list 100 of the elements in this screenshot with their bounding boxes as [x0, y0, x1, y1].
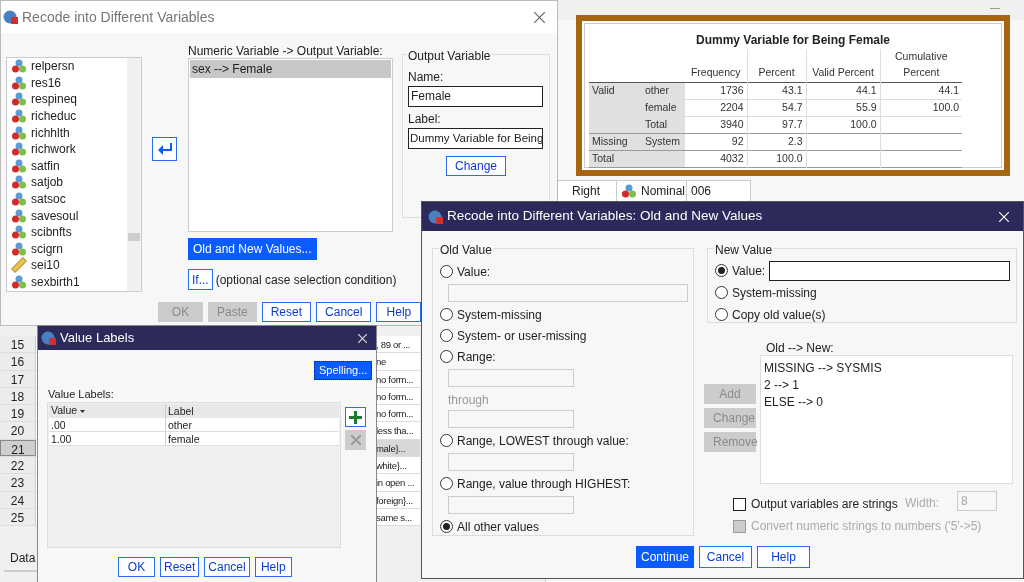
radio-button[interactable]	[440, 329, 453, 342]
table-cell-text: foreign}...	[376, 493, 414, 508]
move-arrow-button[interactable]	[152, 137, 177, 161]
nominal-variable-icon	[11, 157, 27, 174]
table-cell: 2.3	[787, 134, 803, 147]
variable-item[interactable]: respineq	[7, 91, 127, 108]
radio-button[interactable]	[440, 434, 453, 447]
list-item[interactable]: 2 --> 1	[764, 376, 1012, 393]
variable-item[interactable]: savesoul	[7, 207, 127, 224]
radio-button[interactable]	[440, 308, 453, 321]
caption-text: (optional case selection condition)	[215, 271, 397, 289]
variable-item[interactable]: res16	[7, 74, 127, 92]
radio-label[interactable]: Value:	[457, 262, 491, 281]
dialog-button[interactable]: Reset	[261, 302, 312, 322]
dialog-button[interactable]: Cancel	[699, 546, 753, 568]
variable-item[interactable]: satsoc	[7, 190, 127, 208]
row-number: 23	[0, 474, 36, 491]
table-cell-text: less tha...	[376, 424, 415, 439]
column-header: Cumulative Percent	[880, 49, 962, 82]
radio-label[interactable]: System- or user-missing	[457, 326, 587, 345]
variable-item[interactable]: relpersn	[7, 58, 127, 75]
radio-button[interactable]	[440, 520, 453, 533]
field-label: Name:	[408, 69, 445, 86]
table-cell-text: in open ...	[376, 476, 416, 491]
dialog-button[interactable]: Cancel	[316, 302, 372, 322]
table-cell: 43.1	[782, 83, 803, 96]
table-cell: 3940	[720, 117, 744, 130]
spelling-button[interactable]: Spelling...	[314, 361, 373, 380]
radio-button[interactable]	[715, 286, 728, 299]
radio-label[interactable]: System-missing	[732, 283, 817, 302]
variable-item[interactable]: scigrn	[7, 240, 127, 258]
table-cell: 44.1	[856, 83, 877, 96]
grid-label: Value Labels:	[48, 387, 114, 402]
app-icon	[3, 9, 19, 25]
dialog-button[interactable]: Help	[376, 302, 422, 322]
scrollbar[interactable]	[127, 58, 141, 291]
dialog-button[interactable]: Continue	[636, 546, 695, 568]
table-title: Dummy Variable for Being Female	[694, 32, 892, 49]
variable-item[interactable]: sei10	[7, 257, 127, 274]
variable-item[interactable]: satjob	[7, 174, 127, 191]
variable-item[interactable]: richhlth	[7, 124, 127, 141]
table-cell: 100.0	[776, 151, 803, 164]
close-icon[interactable]	[534, 11, 545, 23]
table-cell: 44.1	[938, 83, 959, 96]
dialog-button[interactable]: OK	[118, 557, 155, 577]
caption-text: through	[448, 392, 490, 406]
close-icon	[350, 435, 361, 445]
dialog-button[interactable]: Change	[445, 156, 506, 176]
table-cell-text: Nominal	[641, 183, 685, 200]
dialog-button[interactable]: Help	[757, 546, 811, 568]
radio-label[interactable]: Range:	[457, 347, 496, 366]
variable-item[interactable]: richwork	[7, 140, 127, 158]
variable-item[interactable]: scibnfts	[7, 223, 127, 241]
nominal-variable-icon	[11, 274, 27, 290]
checkbox[interactable]	[733, 497, 746, 511]
radio-button[interactable]	[440, 265, 453, 278]
window-title: Recode into Different Variables	[22, 7, 215, 27]
radio-label[interactable]: Copy old value(s)	[732, 305, 826, 324]
table-cell-text: .00	[50, 418, 67, 431]
mapping-item[interactable]: sex --> Female	[190, 60, 391, 78]
radio-button[interactable]	[715, 264, 728, 277]
dialog-button[interactable]: Reset	[160, 557, 200, 577]
old-and-new-values-button[interactable]: Old and New Values...	[188, 238, 317, 260]
variable-item[interactable]: sexbirth1	[7, 273, 127, 291]
left-arrow-icon	[157, 143, 172, 155]
radio-label[interactable]: Range, value through HIGHEST:	[457, 474, 631, 493]
app-icon	[428, 208, 444, 225]
table-cell: female	[165, 432, 339, 445]
radio-button[interactable]	[715, 308, 728, 321]
radio-button[interactable]	[440, 477, 453, 490]
list-item[interactable]: ELSE --> 0	[764, 393, 1012, 410]
checkbox-label[interactable]: Output variables are strings	[751, 495, 898, 513]
column-header[interactable]: Value	[49, 404, 165, 418]
field-label: Width:	[905, 495, 939, 512]
table-cell-text: no form...	[376, 407, 415, 422]
radio-label[interactable]: Value:	[732, 261, 766, 280]
variable-item[interactable]: richeduc	[7, 107, 127, 125]
variable-item[interactable]: satfin	[7, 157, 127, 175]
list-item[interactable]: MISSING --> SYSMIS	[764, 359, 1012, 376]
column-header: Percent	[747, 49, 806, 82]
dialog-button[interactable]: Cancel	[204, 557, 250, 577]
nominal-variable-icon	[11, 124, 27, 141]
table-cell-text: ne	[376, 355, 387, 370]
nominal-variable-icon	[11, 174, 27, 191]
table-cell: 55.9	[856, 100, 877, 113]
row-number: 15	[0, 336, 36, 353]
nominal-variable-icon	[11, 58, 27, 75]
add-button[interactable]	[345, 407, 366, 427]
table-cell: 100.0	[850, 117, 877, 130]
radio-label[interactable]: Range, LOWEST through value:	[457, 431, 629, 450]
nominal-variable-icon	[11, 224, 27, 241]
if-button[interactable]: If...	[188, 269, 213, 290]
radio-label[interactable]: System-missing	[457, 305, 542, 324]
radio-label[interactable]: All other values	[457, 517, 540, 536]
input-field[interactable]	[769, 260, 1011, 281]
plus-icon	[349, 410, 362, 424]
nominal-variable-icon	[11, 191, 27, 208]
dialog-button[interactable]: Help	[254, 557, 292, 577]
radio-button[interactable]	[440, 350, 453, 363]
name-field[interactable]: Female	[408, 86, 543, 107]
